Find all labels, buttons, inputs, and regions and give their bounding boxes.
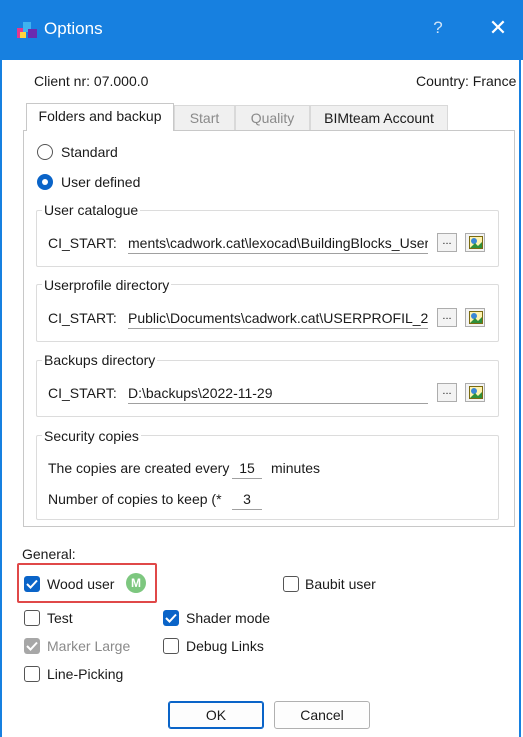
tab-start[interactable]: Start <box>174 105 235 130</box>
user-catalogue-title: User catalogue <box>42 201 141 219</box>
help-button[interactable]: ? <box>424 14 452 42</box>
shader-mode-checkbox[interactable] <box>163 610 179 626</box>
backups-browse-button[interactable]: ... <box>437 383 457 402</box>
tab-bimteam-account[interactable]: BIMteam Account <box>310 105 448 130</box>
user-catalogue-label: CI_START: <box>48 235 117 251</box>
window-title: Options <box>44 19 103 38</box>
line-picking-checkbox[interactable] <box>24 666 40 682</box>
user-catalogue-image-button[interactable] <box>465 233 485 252</box>
client-number: Client nr: 07.000.0 <box>34 73 149 89</box>
radio-standard-label: Standard <box>61 144 118 160</box>
line-picking-label: Line-Picking <box>47 666 124 682</box>
backups-directory-title: Backups directory <box>42 351 158 369</box>
marker-large-label: Marker Large <box>47 638 131 654</box>
baubit-user-label: Baubit user <box>305 576 376 592</box>
copies-interval-field[interactable]: 15 <box>232 457 262 479</box>
checkmark-icon <box>165 613 177 623</box>
marker-large-checkbox[interactable] <box>24 638 40 654</box>
checkmark-icon <box>26 579 38 589</box>
backups-directory-path[interactable]: D:\backups\2022-11-29 <box>128 382 428 404</box>
checkmark-icon <box>26 641 38 651</box>
baubit-user-checkbox[interactable] <box>283 576 299 592</box>
security-copies-title: Security copies <box>42 427 141 445</box>
backups-directory-label: CI_START: <box>48 385 117 401</box>
country-label: Country: France <box>416 73 517 89</box>
copies-interval-label: The copies are created every <box>48 460 230 476</box>
radio-standard[interactable] <box>37 144 53 160</box>
copies-count-label: Number of copies to keep (* <box>48 491 222 507</box>
debug-links-checkbox[interactable] <box>163 638 179 654</box>
tab-quality[interactable]: Quality <box>235 105 310 130</box>
tab-folders-and-backup[interactable]: Folders and backup <box>26 103 174 131</box>
userprofile-browse-button[interactable]: ... <box>437 308 457 327</box>
test-checkbox[interactable] <box>24 610 40 626</box>
test-label: Test <box>47 610 73 626</box>
copies-count-field[interactable]: 3 <box>232 488 262 510</box>
userprofile-directory-path[interactable]: Public\Documents\cadwork.cat\USERPROFIL_… <box>128 307 428 329</box>
ok-button[interactable]: OK <box>168 701 264 729</box>
general-title: General: <box>22 546 76 562</box>
userprofile-directory-title: Userprofile directory <box>42 276 172 294</box>
wood-user-label: Wood user <box>47 576 115 592</box>
image-browse-icon <box>469 311 483 324</box>
wood-user-checkbox[interactable] <box>24 576 40 592</box>
userprofile-directory-label: CI_START: <box>48 310 117 326</box>
close-button[interactable]: ✕ <box>484 14 512 42</box>
debug-links-label: Debug Links <box>186 638 264 654</box>
user-catalogue-browse-button[interactable]: ... <box>437 233 457 252</box>
image-browse-icon <box>469 236 483 249</box>
radio-user-defined[interactable] <box>37 174 53 190</box>
shader-mode-label: Shader mode <box>186 610 271 626</box>
image-browse-icon <box>469 386 483 399</box>
user-catalogue-path[interactable]: ments\cadwork.cat\lexocad\BuildingBlocks… <box>128 232 428 254</box>
backups-image-button[interactable] <box>465 383 485 402</box>
radio-user-defined-label: User defined <box>61 174 141 190</box>
cancel-button[interactable]: Cancel <box>274 701 370 729</box>
m-badge-icon: M <box>126 573 146 593</box>
app-icon <box>16 20 38 40</box>
userprofile-image-button[interactable] <box>465 308 485 327</box>
copies-interval-unit: minutes <box>271 460 321 476</box>
